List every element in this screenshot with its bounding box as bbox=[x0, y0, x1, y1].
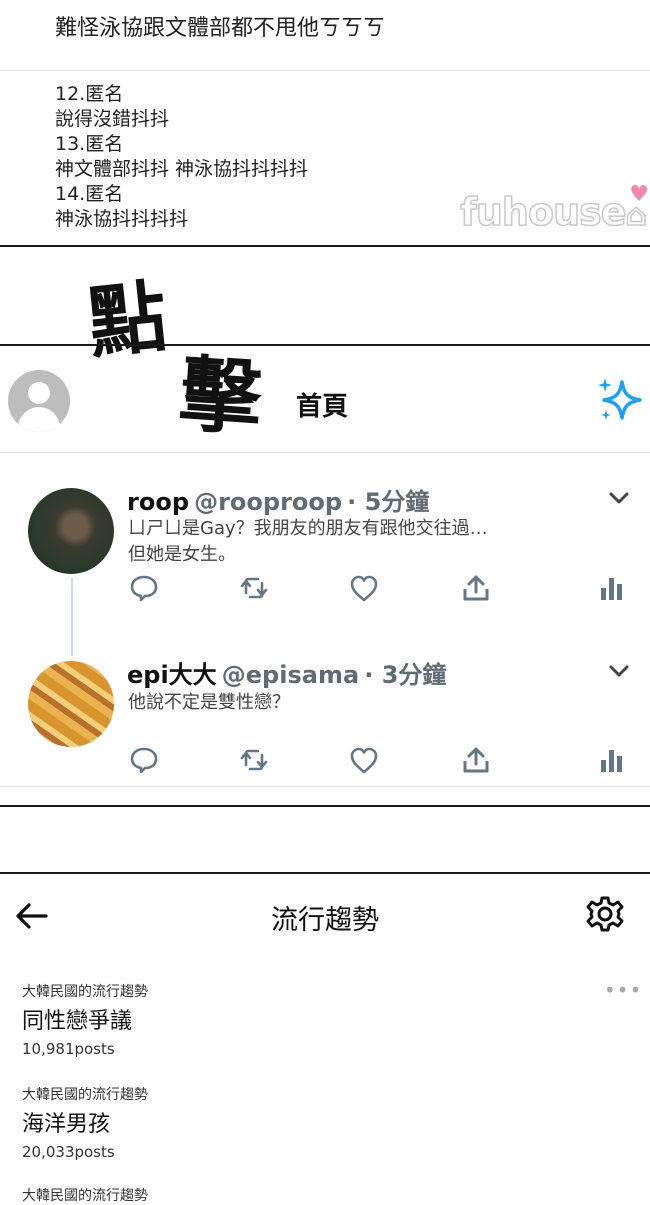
watermark-text: fuhouse bbox=[460, 189, 628, 235]
like-icon[interactable] bbox=[349, 573, 379, 603]
thread-line bbox=[71, 578, 73, 656]
reply-icon[interactable] bbox=[129, 745, 159, 775]
panel-divider bbox=[0, 245, 650, 247]
comment-body: 神泳協抖抖抖抖 bbox=[55, 208, 189, 230]
tweet-line: 但她是女生。 bbox=[128, 544, 236, 565]
divider bbox=[0, 452, 650, 453]
profile-avatar[interactable] bbox=[8, 370, 70, 432]
page-title: 流行趨勢 bbox=[271, 905, 379, 936]
page-title: 首頁 bbox=[296, 392, 349, 422]
comment-header: 14.匿名 bbox=[55, 183, 124, 205]
trend-location: 大韓民國的流行趨勢 bbox=[22, 1087, 148, 1103]
chevron-down-icon[interactable] bbox=[607, 486, 631, 510]
comment-body: 神文體部抖抖 神泳協抖抖抖抖 bbox=[55, 158, 309, 180]
analytics-icon[interactable] bbox=[597, 745, 627, 775]
tweet-handle[interactable]: @rooproop bbox=[194, 488, 342, 516]
like-icon[interactable] bbox=[349, 745, 379, 775]
tweet-handle[interactable]: @episama bbox=[222, 661, 359, 689]
settings-gear-icon[interactable] bbox=[585, 894, 625, 934]
tweet-text: 他說不定是雙性戀？ bbox=[128, 690, 290, 716]
watermark-logo: fuhouse⌂ ♥ bbox=[460, 182, 649, 235]
tweet-text: ㄩㄕㄩ是Gay？我朋友的朋友有跟他交往過… 但她是女生。 bbox=[128, 516, 488, 568]
handwritten-char: 點 bbox=[84, 271, 172, 370]
tweet-author[interactable]: roop bbox=[127, 488, 189, 516]
reply-icon[interactable] bbox=[129, 573, 159, 603]
chevron-down-icon[interactable] bbox=[607, 659, 631, 683]
comment-list: 12.匿名 說得沒錯抖抖 13.匿名 神文體部抖抖 神泳協抖抖抖抖 14.匿名 … bbox=[55, 82, 308, 232]
trend-location: 大韓民國的流行趨勢 bbox=[22, 1188, 148, 1204]
avatar-head bbox=[28, 382, 50, 404]
panel-divider bbox=[0, 805, 650, 807]
sparkle-icon[interactable] bbox=[596, 376, 644, 424]
share-icon[interactable] bbox=[461, 745, 491, 775]
panel-divider bbox=[0, 344, 650, 346]
heart-icon: ♥ bbox=[629, 182, 649, 207]
tweet-author[interactable]: epi大大 bbox=[127, 661, 217, 689]
trend-name[interactable]: 海洋男孩 bbox=[22, 1106, 110, 1138]
avatar[interactable] bbox=[28, 661, 114, 747]
tweet-line: 他說不定是雙性戀？ bbox=[128, 692, 290, 713]
tweet-header: epi大大 @episama · 3分鐘 bbox=[127, 655, 446, 690]
tweet-time: · 3分鐘 bbox=[364, 661, 447, 689]
comment-header: 13.匿名 bbox=[55, 133, 124, 155]
comment-text: 難怪泳協跟文體部都不甩他ㄎㄎㄎ bbox=[55, 16, 386, 41]
tweet-time: · 5分鐘 bbox=[347, 488, 430, 516]
more-options-icon[interactable]: ••• bbox=[604, 978, 642, 1002]
divider bbox=[0, 786, 650, 787]
analytics-icon[interactable] bbox=[597, 573, 627, 603]
trend-location: 大韓民國的流行趨勢 bbox=[22, 984, 148, 1000]
tweet-line: ㄩㄕㄩ是Gay？我朋友的朋友有跟他交往過… bbox=[128, 518, 488, 539]
avatar[interactable] bbox=[28, 488, 114, 574]
panel-divider bbox=[0, 872, 650, 874]
trend-name[interactable]: 同性戀爭議 bbox=[22, 1003, 132, 1035]
avatar-body bbox=[18, 407, 60, 432]
share-icon[interactable] bbox=[461, 573, 491, 603]
trend-count: 20,033posts bbox=[22, 1143, 115, 1161]
trend-count: 10,981posts bbox=[22, 1040, 115, 1058]
tweet-header: roop @rooproop · 5分鐘 bbox=[127, 482, 429, 517]
divider bbox=[0, 70, 650, 71]
retweet-icon[interactable] bbox=[239, 573, 269, 603]
comment-header: 12.匿名 bbox=[55, 83, 124, 105]
comment-body: 說得沒錯抖抖 bbox=[55, 108, 170, 130]
retweet-icon[interactable] bbox=[239, 745, 269, 775]
